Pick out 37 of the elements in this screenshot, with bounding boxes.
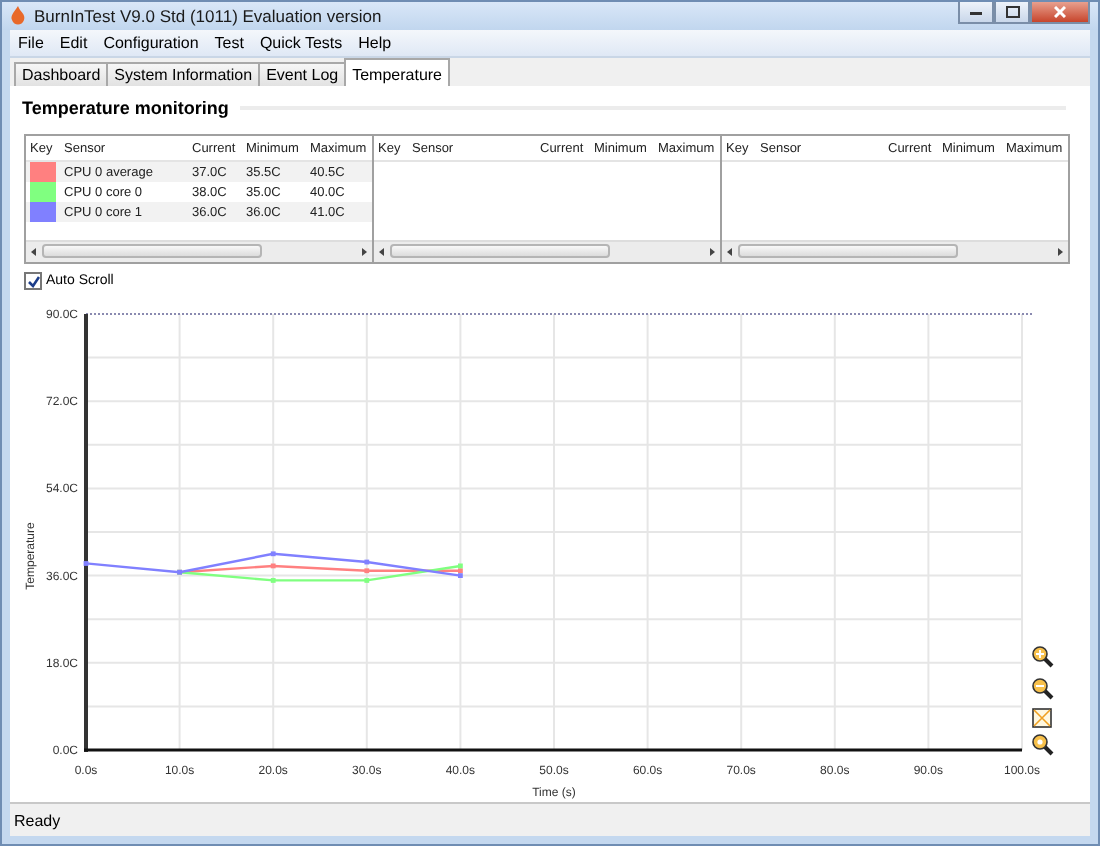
zoom-in-icon[interactable] xyxy=(1032,646,1054,668)
section-title: Temperature monitoring xyxy=(22,98,229,118)
scrollbar-thumb[interactable] xyxy=(42,244,262,258)
zoom-reset-icon[interactable] xyxy=(1032,734,1054,756)
menu-item[interactable]: Quick Tests xyxy=(251,34,351,52)
scrollbar-thumb[interactable] xyxy=(738,244,958,258)
scroll-left-icon[interactable] xyxy=(374,244,390,260)
maximize-icon xyxy=(1005,6,1019,18)
menu-item[interactable]: Configuration xyxy=(95,34,207,52)
zoom-out-icon[interactable] xyxy=(1032,678,1054,700)
scroll-right-icon[interactable] xyxy=(356,244,372,260)
maximize-button[interactable] xyxy=(994,2,1030,24)
tab[interactable]: Event Log xyxy=(258,62,347,86)
line-series xyxy=(83,551,463,578)
scroll-right-icon[interactable] xyxy=(1052,244,1068,260)
scroll-left-icon[interactable] xyxy=(26,244,42,260)
close-icon xyxy=(1054,6,1066,18)
fit-view-icon[interactable] xyxy=(1032,708,1052,728)
window-title: BurnInTest V9.0 Std (1011) Evaluation version xyxy=(34,6,384,26)
menu-item[interactable]: Edit xyxy=(51,34,96,52)
menu-item[interactable]: Help xyxy=(350,34,400,52)
close-button[interactable] xyxy=(1030,2,1090,24)
status-bar: Ready xyxy=(10,802,1090,836)
flame-icon xyxy=(10,6,26,26)
scroll-left-icon[interactable] xyxy=(722,244,738,260)
tab[interactable]: System Information xyxy=(106,62,261,86)
point xyxy=(364,568,370,574)
tab[interactable]: Temperature xyxy=(344,58,451,86)
menu-item[interactable]: File xyxy=(10,34,52,52)
menu-item[interactable]: Test xyxy=(206,34,252,52)
minimize-icon xyxy=(970,8,982,16)
tab[interactable]: Dashboard xyxy=(14,62,109,86)
minimize-button[interactable] xyxy=(958,2,994,24)
scroll-right-icon[interactable] xyxy=(704,244,720,260)
auto-scroll-checkbox[interactable] xyxy=(24,272,42,290)
point xyxy=(270,551,276,557)
scrollbar-thumb[interactable] xyxy=(390,244,610,258)
